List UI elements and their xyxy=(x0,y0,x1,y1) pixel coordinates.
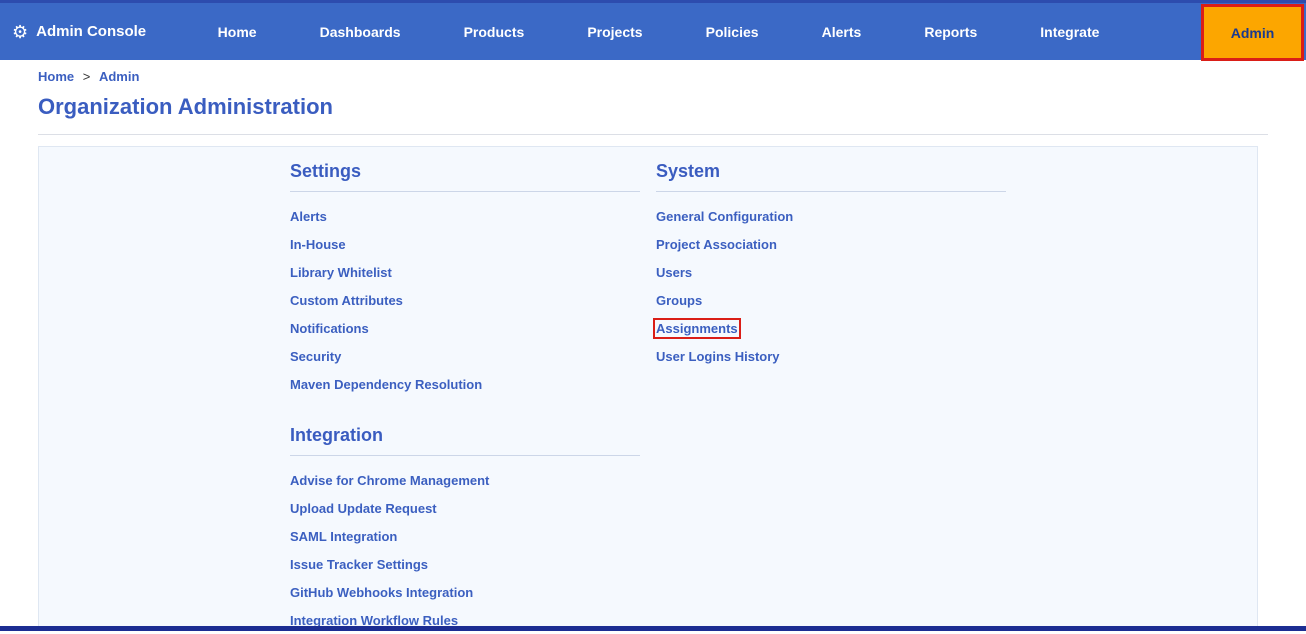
breadcrumb-separator: > xyxy=(82,69,91,84)
right-column: System General Configuration Project Asso… xyxy=(653,161,1006,634)
integration-link[interactable]: Issue Tracker Settings xyxy=(290,557,428,572)
integration-link[interactable]: SAML Integration xyxy=(290,529,397,544)
brand-label: Admin Console xyxy=(36,23,147,40)
nav-menu: Home Dashboards Products Projects Policies Al… xyxy=(186,24,1131,40)
section-title-system: System xyxy=(656,161,1006,192)
system-link[interactable]: User Logins History xyxy=(656,349,780,364)
nav-item[interactable]: Products xyxy=(464,24,525,40)
nav-item[interactable]: Projects xyxy=(587,24,642,40)
left-column: Settings Alerts In-House Library Whitelist… xyxy=(290,161,640,634)
section-integration: Integration Advise for Chrome Management… xyxy=(290,425,640,634)
breadcrumb-current-link[interactable]: Admin xyxy=(99,69,139,84)
nav-item[interactable]: Alerts xyxy=(822,24,862,40)
integration-links: Advise for Chrome Management Upload Updat… xyxy=(290,466,640,634)
settings-link[interactable]: In-House xyxy=(290,237,346,252)
top-nav: ⚙ Admin Console Home Dashboards Products Pr… xyxy=(0,0,1306,61)
settings-links: Alerts In-House Library Whitelist Custom At… xyxy=(290,202,640,398)
admin-panel: Settings Alerts In-House Library Whitelist… xyxy=(38,146,1258,629)
settings-link[interactable]: Library Whitelist xyxy=(290,265,392,280)
system-links: General Configuration Project Association… xyxy=(653,202,1006,370)
integration-link[interactable]: Advise for Chrome Management xyxy=(290,473,489,488)
section-system: System General Configuration Project Asso… xyxy=(653,161,1006,370)
annotation-box-admin: Admin xyxy=(1201,4,1304,61)
settings-link[interactable]: Notifications xyxy=(290,321,369,336)
breadcrumb-home-link[interactable]: Home xyxy=(38,69,74,84)
system-link[interactable]: General Configuration xyxy=(656,209,793,224)
nav-item[interactable]: Dashboards xyxy=(320,24,401,40)
section-title-integration: Integration xyxy=(290,425,640,456)
integration-link[interactable]: Upload Update Request xyxy=(290,501,437,516)
settings-link[interactable]: Custom Attributes xyxy=(290,293,403,308)
settings-link[interactable]: Alerts xyxy=(290,209,327,224)
bottom-strip xyxy=(0,626,1306,631)
breadcrumb: Home > Admin xyxy=(0,60,1306,86)
system-link[interactable]: Project Association xyxy=(656,237,777,252)
integration-link[interactable]: GitHub Webhooks Integration xyxy=(290,585,473,600)
panel-columns: Settings Alerts In-House Library Whitelist… xyxy=(290,147,1006,634)
nav-item[interactable]: Home xyxy=(218,24,257,40)
brand[interactable]: ⚙ Admin Console xyxy=(12,23,146,41)
gear-icon: ⚙ xyxy=(12,21,29,42)
system-link[interactable]: Users xyxy=(656,265,692,280)
settings-link[interactable]: Security xyxy=(290,349,341,364)
page-title: Organization Administration xyxy=(38,94,333,119)
nav-item[interactable]: Integrate xyxy=(1040,24,1099,40)
system-link[interactable]: Assignments xyxy=(653,317,741,339)
title-divider xyxy=(38,134,1268,135)
nav-item[interactable]: Policies xyxy=(706,24,759,40)
nav-item[interactable]: Reports xyxy=(924,24,977,40)
section-title-settings: Settings xyxy=(290,161,640,192)
system-link[interactable]: Groups xyxy=(656,293,702,308)
settings-link[interactable]: Maven Dependency Resolution xyxy=(290,377,482,392)
section-settings: Settings Alerts In-House Library Whitelist… xyxy=(290,161,640,398)
admin-button[interactable]: Admin xyxy=(1204,7,1301,58)
